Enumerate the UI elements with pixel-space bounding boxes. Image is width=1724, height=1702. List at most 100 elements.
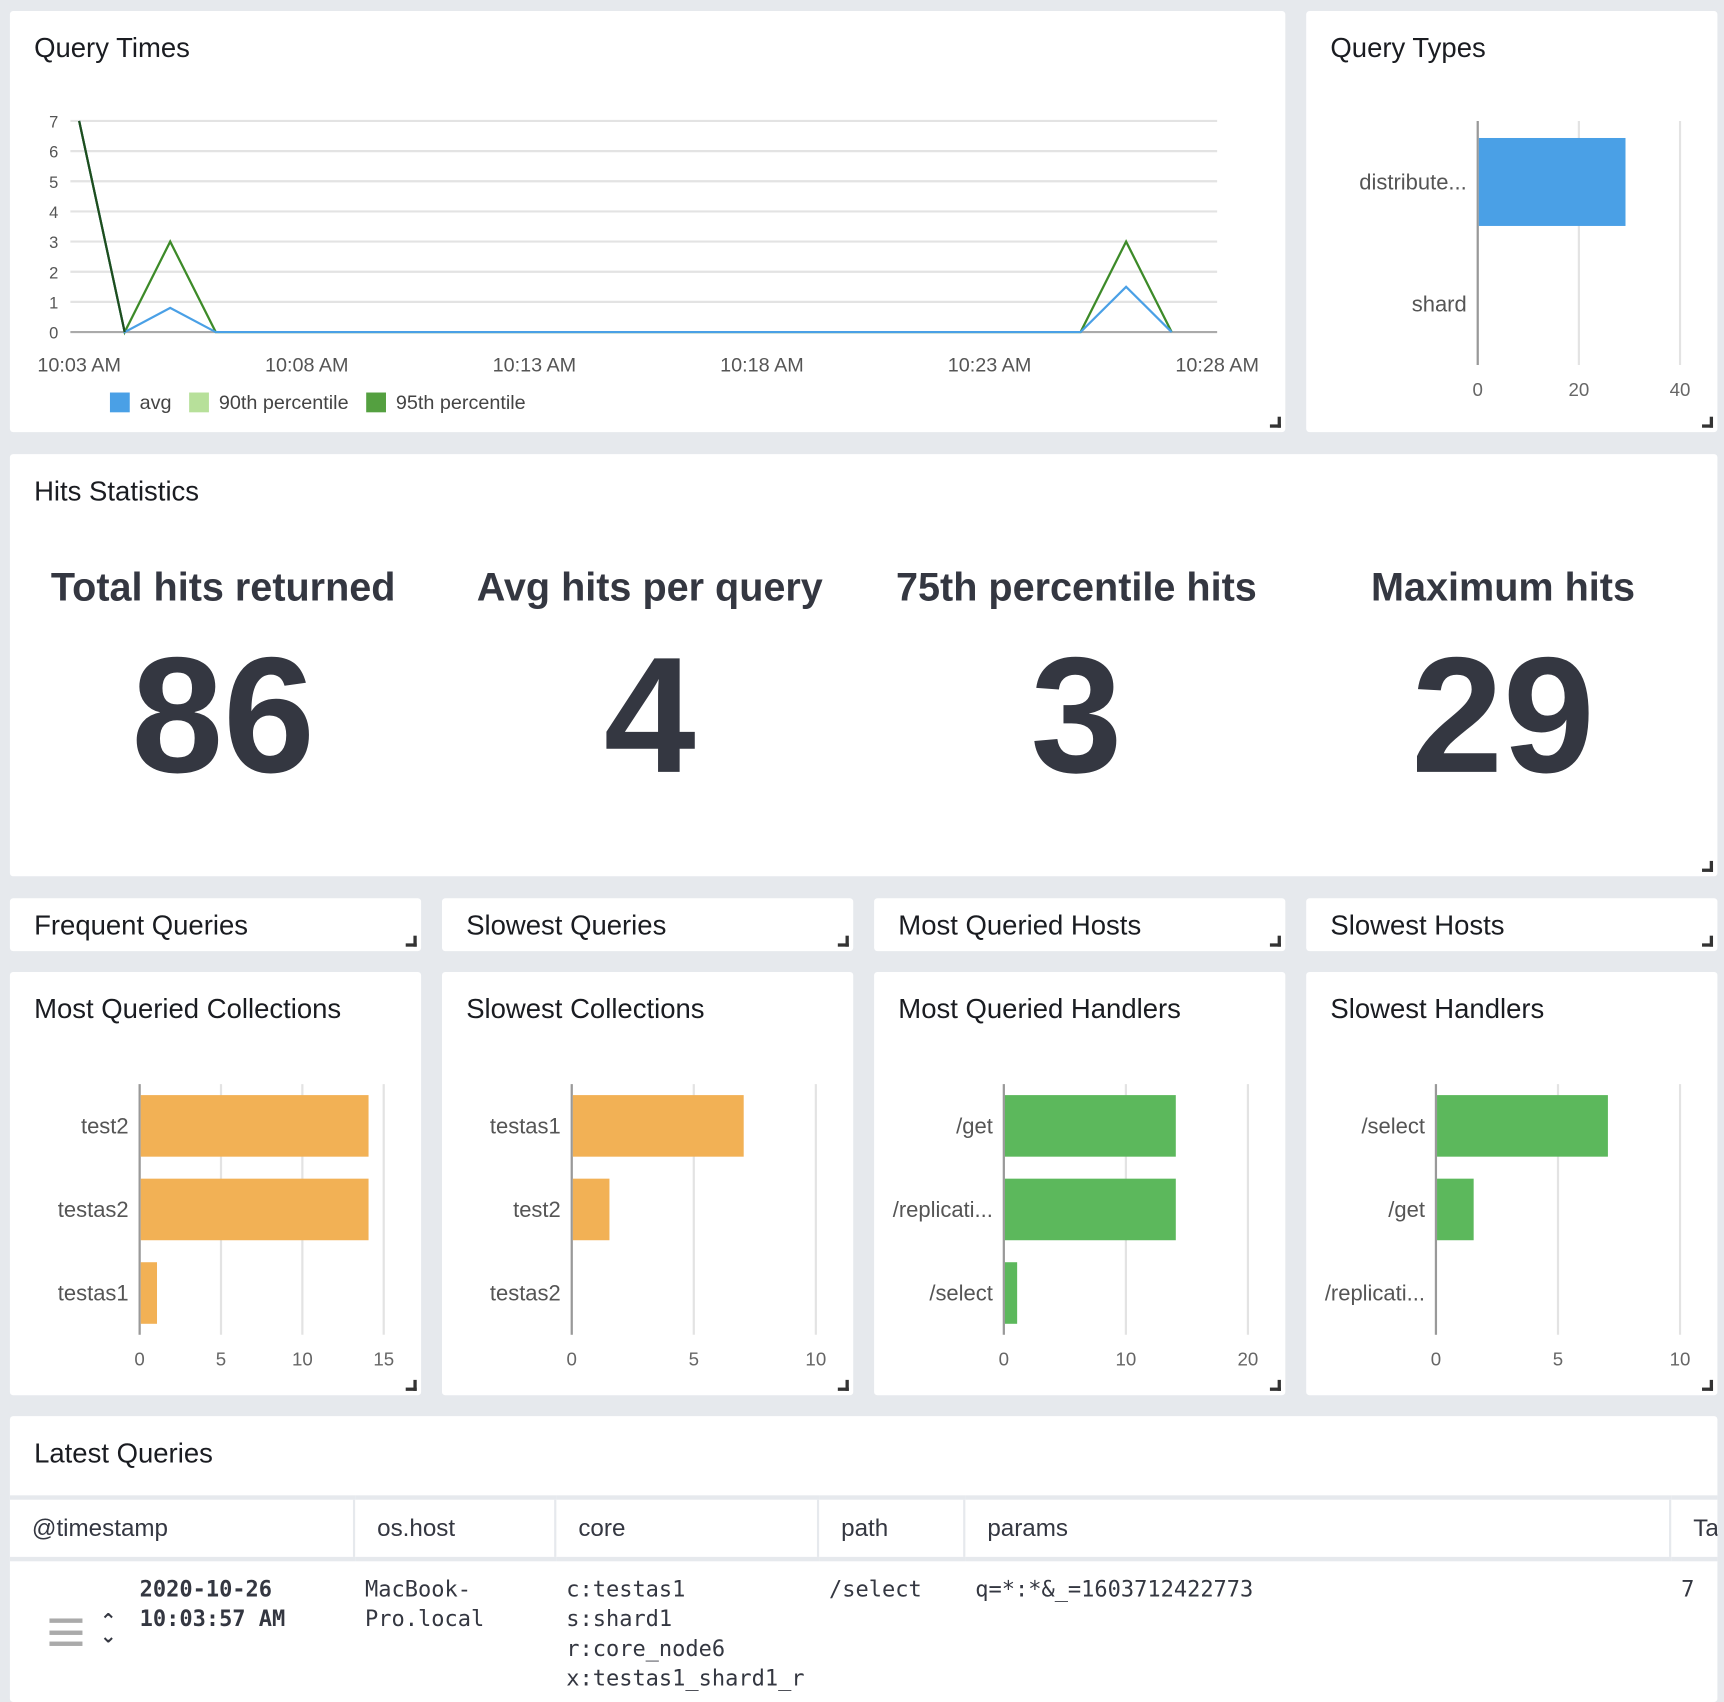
column-header[interactable]: os.host	[354, 1495, 557, 1562]
host: MacBook-	[365, 1575, 471, 1602]
stat-75th-hits: 75th percentile hits 3	[863, 564, 1290, 797]
series-line	[78, 120, 1173, 336]
resize-handle[interactable]	[837, 935, 849, 947]
slowest-hosts-panel: Slowest Hosts	[1306, 898, 1718, 952]
stat-avg-hits: Avg hits per query 4	[437, 564, 864, 797]
x-tick-label: 10:13 AM	[493, 355, 577, 377]
series-line	[78, 120, 1173, 334]
x-tick-label: 0	[999, 1349, 1009, 1370]
resize-handle[interactable]	[1269, 416, 1281, 428]
x-tick-label: 15	[373, 1349, 394, 1370]
x-tick-label: 0	[567, 1349, 577, 1370]
stat-label: Avg hits per query	[476, 564, 823, 610]
stat-value: 4	[603, 622, 696, 808]
y-tick-label: 6	[49, 144, 58, 162]
bar	[140, 1178, 369, 1241]
bar	[1004, 1095, 1176, 1157]
bar	[1004, 1262, 1018, 1324]
y-tick-label: 7	[49, 114, 58, 132]
category-label: /replicati...	[1325, 1281, 1425, 1306]
query-types-chart: 0 20 40 distribute... shard	[1359, 120, 1690, 400]
category-label: testas1	[490, 1114, 561, 1139]
query-types-panel: Query Types 0 20 40 distribute... shard	[1306, 10, 1718, 433]
column-header[interactable]: Ta	[1670, 1495, 1718, 1562]
category-label: /select	[1361, 1114, 1425, 1139]
stat-total-hits: Total hits returned 86	[10, 564, 437, 797]
hits-statistics-panel: Hits Statistics Total hits returned 86 Av…	[9, 454, 1718, 877]
bar-chart-panel: Slowest Collections 0 5 10 testas1 test2 testa…	[441, 971, 854, 1396]
category-label: /select	[929, 1281, 993, 1306]
bar-chart: 0 5 10 15 test2 testas2 testas1	[58, 1084, 394, 1370]
bar	[140, 1095, 369, 1157]
y-tick-label: 1	[49, 294, 58, 312]
stat-value: 3	[1030, 622, 1123, 808]
category-label: test2	[513, 1197, 561, 1222]
core-line: r:core_node6	[566, 1634, 726, 1662]
core-line: c:testas1	[566, 1575, 686, 1602]
timestamp-date: 2020-10-26	[139, 1575, 273, 1602]
stat-value: 86	[131, 622, 315, 808]
x-tick-label: 10	[1670, 1349, 1691, 1370]
category-label: /get	[1388, 1197, 1425, 1222]
stat-label: 75th percentile hits	[896, 564, 1257, 610]
legend-label: 95th percentile	[396, 392, 526, 414]
column-header[interactable]: @timestamp	[9, 1495, 356, 1562]
drag-handle-icon[interactable]	[49, 1618, 83, 1646]
y-tick-label: 3	[49, 234, 58, 252]
query-times-panel: Query Times 0 1 2 3 4 5 6 7 10:03 AM 10:08 AM 10:1…	[9, 10, 1286, 433]
most-queried-hosts-panel: Most Queried Hosts	[874, 898, 1286, 952]
stat-value: 29	[1411, 622, 1595, 808]
frequent-queries-panel: Frequent Queries	[9, 898, 422, 952]
y-tick-label: 2	[49, 264, 58, 282]
column-header[interactable]: params	[964, 1495, 1672, 1562]
series-line-overlap	[78, 120, 126, 333]
table-row[interactable]: ⌃ ⌄ 2020-10-26 10:03:57 AM MacBook- Pro.loc…	[10, 1559, 1718, 1702]
x-tick-label: 20	[1238, 1349, 1259, 1370]
params-cell: q=*:*&_=1603712422773	[975, 1575, 1254, 1602]
resize-handle[interactable]	[1702, 860, 1714, 872]
core-line: x:testas1_shard1_r	[566, 1664, 805, 1692]
x-tick-label: 20	[1568, 379, 1589, 400]
x-tick-label: 10	[292, 1349, 313, 1370]
resize-handle[interactable]	[1269, 935, 1281, 947]
timestamp-time: 10:03:57 AM	[139, 1605, 286, 1632]
y-tick-label: 4	[49, 204, 58, 222]
bar-chart: 0 5 10 testas1 test2 testas2	[490, 1084, 826, 1370]
column-header[interactable]: path	[818, 1495, 966, 1562]
slowest-queries-panel: Slowest Queries	[441, 898, 854, 952]
panel-title: Frequent Queries	[34, 910, 248, 942]
category-label: /replicati...	[893, 1197, 993, 1222]
bar-chart: 0 5 10/select/get/replicati...	[1325, 1084, 1691, 1370]
table-header: @timestamp os.host core path params Ta	[9, 1495, 1718, 1562]
x-tick-label: 10:03 AM	[37, 355, 121, 377]
y-tick-label: 0	[49, 325, 58, 343]
x-tick-label: 5	[689, 1349, 699, 1370]
bar	[1478, 137, 1626, 226]
stat-label: Total hits returned	[50, 564, 396, 610]
column-header[interactable]: core	[555, 1495, 820, 1562]
series-line	[78, 120, 1173, 336]
bar	[1437, 1178, 1474, 1241]
bar-chart: 0 10 20/get/replicati... /select	[893, 1084, 1259, 1370]
x-tick-label: 0	[1473, 379, 1483, 400]
x-tick-label: 10:23 AM	[948, 355, 1032, 377]
bar	[572, 1095, 744, 1157]
resize-handle[interactable]	[405, 935, 417, 947]
query-times-chart: 0 1 2 3 4 5 6 7 10:03 AM 10:08 AM 10:13 AM 10:18 AM…	[37, 114, 1259, 414]
latest-queries-panel: Latest Queries @timestamp os.host core p…	[9, 1416, 1718, 1702]
bar	[572, 1178, 610, 1241]
expand-toggle-icon[interactable]: ⌃ ⌄	[100, 1611, 117, 1646]
category-label: testas2	[490, 1281, 561, 1306]
x-tick-label: 10:18 AM	[720, 355, 804, 377]
category-label: test2	[81, 1114, 129, 1139]
bar-chart-panel: Most Queried Collections 0 5 10 15 test2 testa…	[9, 971, 422, 1396]
bar-chart-panel: Most Queried Handlers 0 10 20/get/replicati…	[874, 971, 1286, 1396]
category-label: shard	[1412, 292, 1467, 317]
resize-handle[interactable]	[1702, 416, 1714, 428]
panel-title: Hits Statistics	[34, 476, 200, 507]
bar	[140, 1262, 158, 1324]
stat-max-hits: Maximum hits 29	[1290, 564, 1717, 797]
bar-chart-panel: Slowest Handlers 0 5 10/select/get/replicat…	[1306, 971, 1718, 1396]
resize-handle[interactable]	[1702, 935, 1714, 947]
bar	[1437, 1095, 1608, 1157]
